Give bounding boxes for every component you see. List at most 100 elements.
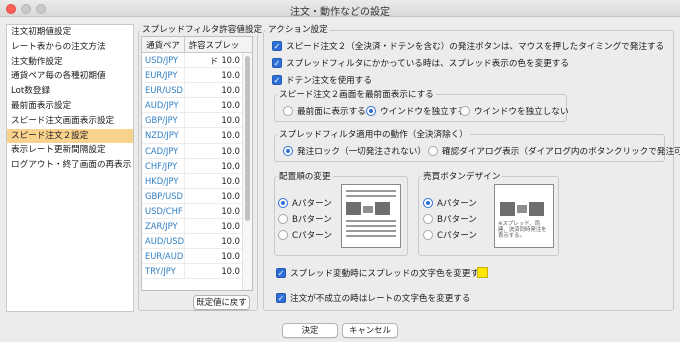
radio-button — [423, 198, 433, 208]
reset-defaults-button[interactable]: 既定値に戻す — [193, 295, 250, 310]
table-header: 通貨ペア 許容スプレッド — [142, 37, 252, 66]
speed2-press-checkbox[interactable]: ✓ スピード注文２（全決済・ドテンを含む）の発注ボタンは、マウスを押したタイミン… — [272, 40, 664, 52]
sidebar-item-speed2[interactable]: スピード注文２設定 — [7, 128, 133, 144]
spread-value-cell[interactable]: 10.0 — [185, 144, 243, 158]
checkmark-icon: ✓ — [272, 58, 282, 68]
sidebar-item-rate-table-order[interactable]: レート表からの注文方法 — [7, 40, 133, 55]
spread-value-cell[interactable]: 10.0 — [185, 159, 243, 173]
table-row[interactable]: GBP/JPY 10.0 — [142, 113, 252, 129]
checkmark-icon: ✓ — [276, 268, 286, 278]
checkmark-icon: ✓ — [276, 293, 286, 303]
spread-value-cell[interactable]: 10.0 — [185, 68, 243, 82]
table-row[interactable]: EUR/JPY 10.0 — [142, 68, 252, 84]
sidebar-item-speed-display[interactable]: スピード注文画面表示設定 — [7, 114, 133, 129]
action-settings-title: アクション設定 — [266, 23, 330, 35]
table-row[interactable]: CAD/JPY 10.0 — [142, 143, 252, 159]
radio-label: Bパターン — [437, 215, 477, 225]
radio-label: 確認ダイアログ表示（ダイアログ内のボタンクリックで発注可） — [442, 147, 680, 157]
pair-cell: GBP/JPY — [142, 113, 185, 128]
spread-value-cell[interactable]: 10.0 — [185, 98, 243, 112]
radio-button — [278, 214, 288, 224]
pair-cell: USD/CHF — [142, 203, 185, 219]
sidebar-item-order-behavior[interactable]: 注文動作設定 — [7, 55, 133, 70]
filter-option-confirm-dialog[interactable]: 確認ダイアログ表示（ダイアログ内のボタンクリックで発注可） — [428, 145, 680, 157]
column-header-pair: 通貨ペア — [142, 37, 185, 52]
spread-value-cell[interactable]: 10.0 — [185, 128, 243, 142]
window-title: 注文・動作などの設定 — [290, 7, 390, 18]
pair-cell: EUR/AUD — [142, 249, 185, 264]
radio-label: Cパターン — [437, 231, 477, 241]
table-scrollbar[interactable] — [242, 53, 252, 290]
sidebar-item-order-defaults[interactable]: 注文初期値設定 — [7, 25, 133, 40]
filter-behavior-title: スプレッドフィルタ適用中の動作（全決済除く） — [277, 128, 470, 140]
checkbox-label: 注文が不成立の時はレートの文字色を変更する — [290, 294, 471, 304]
table-row[interactable]: EUR/USD 10.0 — [142, 83, 252, 99]
checkmark-icon: ✓ — [272, 75, 282, 85]
table-row[interactable]: CHF/JPY 10.0 — [142, 158, 252, 174]
preview-line — [346, 225, 396, 227]
button-design-preview-image: ※スプレッド、両建、決済同時発注を表示する。 — [494, 184, 554, 248]
design-option-b[interactable]: Bパターン — [423, 213, 477, 225]
spread-value-cell[interactable]: 10.0 — [185, 189, 243, 203]
table-row[interactable]: GBP/USD 10.0 — [142, 188, 252, 204]
radio-label: Bパターン — [292, 215, 332, 225]
spread-value-cell[interactable]: 10.0 — [185, 53, 243, 67]
spread-value-cell[interactable]: 10.0 — [185, 234, 243, 248]
table-row[interactable]: AUD/JPY 10.0 — [142, 98, 252, 114]
front-option-topmost[interactable]: 最前面に表示する — [283, 105, 366, 117]
table-row[interactable]: TRY/JPY 10.0 — [142, 264, 252, 280]
pair-cell: EUR/USD — [142, 83, 185, 98]
table-row[interactable]: ZAR/JPY 10.0 — [142, 219, 252, 235]
layout-option-c[interactable]: Cパターン — [278, 229, 332, 241]
settings-category-list: 注文初期値設定 レート表からの注文方法 注文動作設定 通貨ペア毎の各種初期値 L… — [6, 24, 134, 312]
front-option-not-independent[interactable]: ウインドウを独立しない — [460, 105, 569, 117]
sidebar-item-pair-defaults[interactable]: 通貨ペア毎の各種初期値 — [7, 69, 133, 84]
preview-line — [346, 195, 396, 197]
table-row[interactable]: NZD/JPY 10.0 — [142, 128, 252, 144]
layout-option-a[interactable]: Aパターン — [278, 197, 332, 209]
preview-buy-block — [375, 202, 390, 215]
spread-value-cell[interactable]: 10.0 — [185, 204, 243, 218]
order-fail-color-checkbox[interactable]: ✓ 注文が不成立の時はレートの文字色を変更する — [276, 292, 470, 304]
filter-color-checkbox[interactable]: ✓ スプレッドフィルタにかかっている時は、スプレッド表示の色を変更する — [272, 57, 569, 69]
radio-button — [366, 106, 376, 116]
preview-line — [346, 230, 396, 232]
ok-button[interactable]: 決定 — [282, 323, 338, 338]
spread-value-cell[interactable]: 10.0 — [185, 113, 243, 127]
table-body: USD/JPY 10.0 EUR/JPY 10.0 EUR/USD 10.0 AUD/… — [142, 53, 252, 280]
scrollbar-thumb[interactable] — [245, 56, 250, 221]
pair-cell: CAD/JPY — [142, 143, 185, 158]
table-row[interactable]: EUR/AUD 10.0 — [142, 249, 252, 265]
spread-value-cell[interactable]: 10.0 — [185, 174, 243, 188]
button-design-title: 売買ボタンデザイン — [421, 170, 503, 182]
pair-cell: GBP/USD — [142, 188, 185, 203]
spread-filter-title: スプレッドフィルタ許容値設定 — [140, 23, 265, 35]
sidebar-item-lot-register[interactable]: Lot数登録 — [7, 84, 133, 99]
spread-value-cell[interactable]: 10.0 — [185, 83, 243, 97]
spread-value-cell[interactable]: 10.0 — [185, 249, 243, 263]
spread-change-color-checkbox[interactable]: ✓ スプレッド変動時にスプレッドの文字色を変更する — [276, 267, 488, 279]
layout-option-b[interactable]: Bパターン — [278, 213, 332, 225]
table-row[interactable]: HKD/JPY 10.0 — [142, 173, 252, 189]
table-row[interactable]: AUD/USD 10.0 — [142, 234, 252, 250]
design-option-a[interactable]: Aパターン — [423, 197, 477, 209]
table-row[interactable]: USD/JPY 10.0 — [142, 53, 252, 69]
preview-line — [346, 235, 396, 237]
filter-option-lock[interactable]: 発注ロック（一切発注されない） — [283, 145, 426, 157]
design-option-c[interactable]: Cパターン — [423, 229, 477, 241]
radio-label: Aパターン — [292, 199, 332, 209]
doten-checkbox[interactable]: ✓ ドテン注文を使用する — [272, 74, 372, 86]
cancel-button[interactable]: キャンセル — [342, 323, 398, 338]
preview-line — [346, 190, 396, 192]
spread-color-picker[interactable] — [477, 267, 488, 278]
table-row[interactable]: USD/CHF 10.0 — [142, 203, 252, 220]
sidebar-item-logout-redisplay[interactable]: ログアウト・終了画面の再表示 — [7, 158, 133, 173]
preview-spread-block — [363, 206, 373, 213]
spread-value-cell[interactable]: 10.0 — [185, 219, 243, 233]
spread-value-cell[interactable]: 10.0 — [185, 264, 243, 278]
sidebar-item-refresh-interval[interactable]: 表示レート更新間隔設定 — [7, 143, 133, 158]
sidebar-item-topmost[interactable]: 最前面表示設定 — [7, 99, 133, 114]
radio-button — [423, 214, 433, 224]
front-option-independent[interactable]: ウインドウを独立する — [366, 105, 466, 117]
pair-cell: NZD/JPY — [142, 128, 185, 143]
